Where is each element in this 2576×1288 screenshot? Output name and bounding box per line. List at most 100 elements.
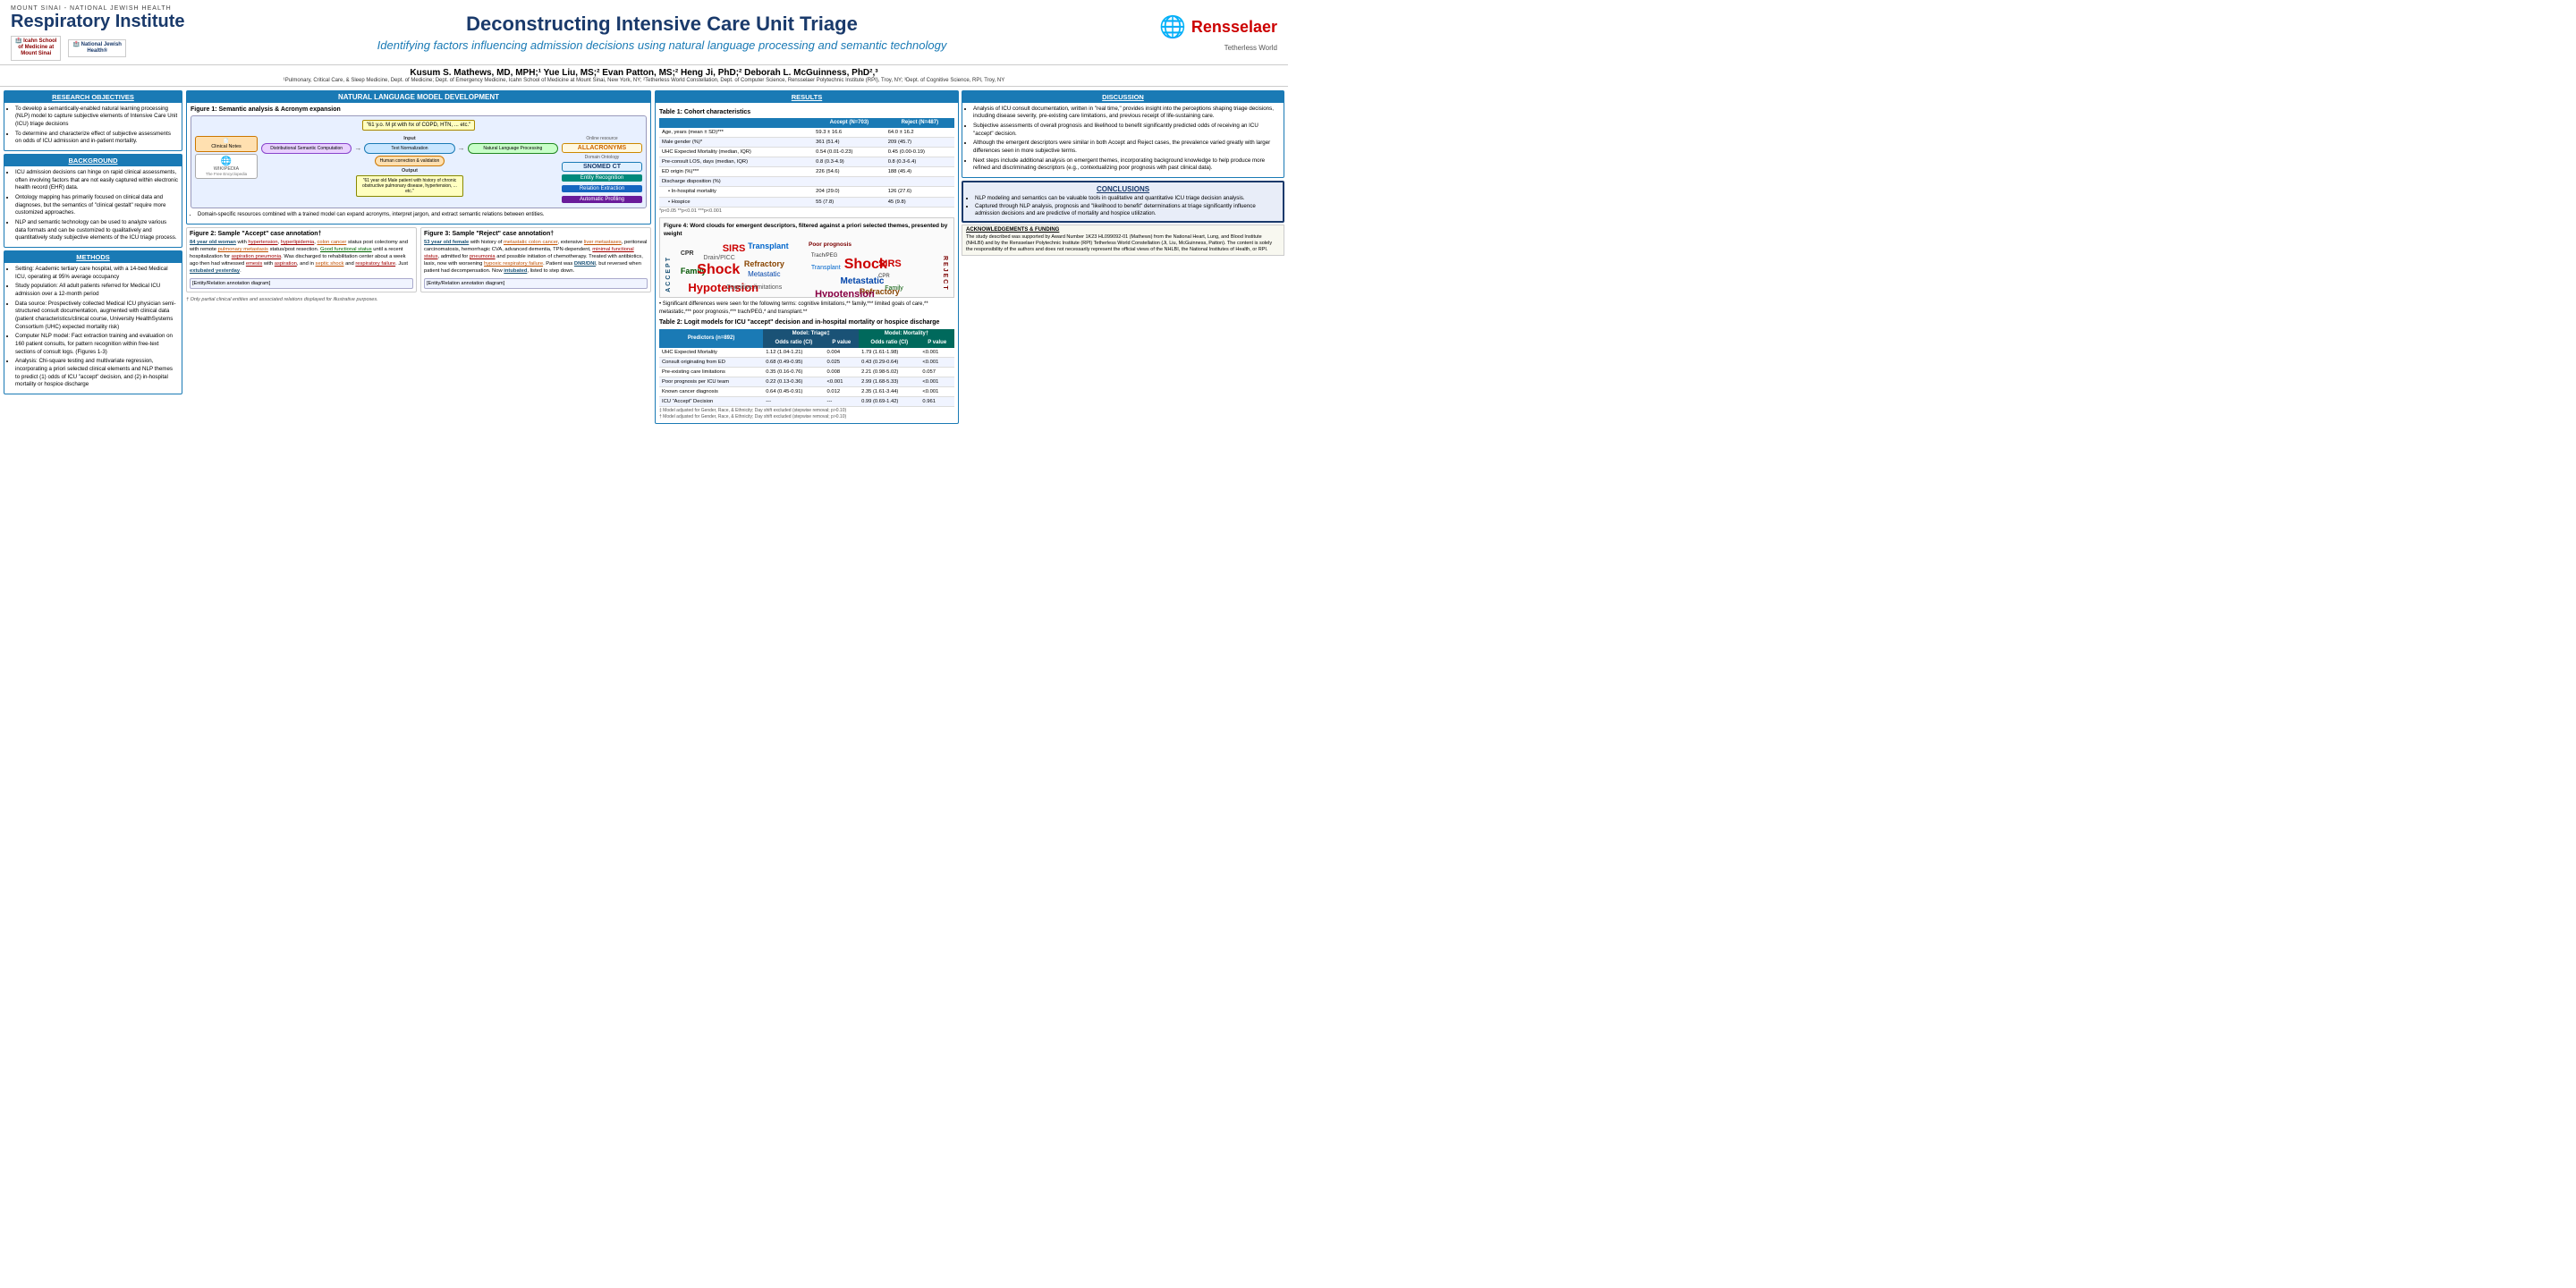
td-reject: 188 (45.4) <box>886 167 954 177</box>
table2-header-row: Predictors (n=892) Model: Triage‡ Model:… <box>659 329 954 338</box>
hl-age-accept: 84 year old woman <box>190 240 236 245</box>
list-item: ICU admission decisions can hinge on rap… <box>15 169 178 192</box>
hl-liver-met: liver metastases <box>584 240 622 245</box>
tetherless-label: Tetherless World <box>1224 44 1277 52</box>
hl-functional: Good functional status <box>320 247 372 252</box>
list-item: To determine and characterize effect of … <box>15 131 178 146</box>
background-list: ICU admission decisions can hinge on rap… <box>8 169 178 242</box>
td-label: Male gender (%)* <box>659 137 813 147</box>
left-column: RESEARCH OBJECTIVES To develop a semanti… <box>4 90 182 629</box>
nlp-content: Figure 1: Semantic analysis & Acronym ex… <box>187 103 650 224</box>
globe-icon: 🌐 <box>1159 14 1186 40</box>
wiki-sub: The Free Encyclopedia <box>198 172 255 176</box>
td-pred: Pre-existing care limitations <box>659 367 763 377</box>
list-item: Computer NLP model: Fact extraction trai… <box>15 333 178 356</box>
wikipedia-node: 🌐 WIKIPEDIA The Free Encyclopedia <box>195 154 258 179</box>
methods-header: METHODS <box>4 251 182 263</box>
annotation-note: † Only partial clinical entities and ass… <box>186 297 651 302</box>
col-or-mort: Odds ratio (CI) <box>859 338 919 347</box>
table-row: • In-hospital mortality 204 (29.0) 126 (… <box>659 187 954 197</box>
td-reject: 45 (9.8) <box>886 197 954 207</box>
reject-label: REJECT <box>940 256 949 292</box>
hl-pneumonia: pneumonia <box>470 254 496 259</box>
td-or-m: 1.79 (1.61-1.98) <box>859 348 919 358</box>
list-item: Ontology mapping has primarily focused o… <box>15 194 178 217</box>
td-label: UHC Expected Mortality (median, IQR) <box>659 147 813 157</box>
table-row: ED origin (%)*** 226 (54.6) 188 (45.4) <box>659 167 954 177</box>
figure1-area: Figure 1: Semantic analysis & Acronym ex… <box>191 106 647 220</box>
td-label: Age, years (mean ± SD)*** <box>659 128 813 138</box>
table-row: Poor prognosis per ICU team 0.22 (0.13-0… <box>659 377 954 387</box>
table-row: Consult originating from ED 0.68 (0.49-0… <box>659 357 954 367</box>
nlp-node: Natural Language Processing <box>468 143 558 154</box>
td-accept: 226 (54.6) <box>813 167 886 177</box>
hl-aspiration: aspiration <box>275 261 297 267</box>
discussion-box: DISCUSSION Analysis of ICU consult docum… <box>962 90 1284 178</box>
table1: Accept (N=703) Reject (N=487) Age, years… <box>659 118 954 207</box>
background-header: BACKGROUND <box>4 155 182 166</box>
wc-word: Hypotension <box>815 288 875 299</box>
results-discussion-row: RESULTS Table 1: Cohort characteristics … <box>655 90 1284 629</box>
header-center: Deconstructing Intensive Care Unit Triag… <box>208 13 1116 53</box>
td-accept: 55 (7.8) <box>813 197 886 207</box>
td-pred: ICU "Accept" Decision <box>659 397 763 407</box>
td-accept: 361 (51.4) <box>813 137 886 147</box>
ack-text: The study described was supported by Awa… <box>966 234 1280 253</box>
wc-reject: Poor prognosis Shock Trach/PEG Transplan… <box>809 241 936 299</box>
methods-content: Setting: Academic tertiary care hospital… <box>4 263 182 394</box>
icahn-text: 🏥 Icahn Schoolof Medicine atMount Sinai <box>15 38 56 56</box>
background-box: BACKGROUND ICU admission decisions can h… <box>4 154 182 248</box>
reject-label-vertical: REJECT <box>939 241 950 299</box>
middle-column: NATURAL LANGUAGE MODEL DEVELOPMENT Figur… <box>186 90 651 629</box>
relation-extraction-output: Relation Extraction <box>562 185 642 192</box>
col-header-accept: Accept (N=703) <box>813 118 886 127</box>
td-p-m: 0.961 <box>919 397 954 407</box>
clinical-notes-node: 📄 Clinical Notes <box>195 136 258 152</box>
results-content: Table 1: Cohort characteristics Accept (… <box>656 103 958 424</box>
table-row: Pre-existing care limitations 0.35 (0.16… <box>659 367 954 377</box>
list-item: Subjective assessments of overall progno… <box>973 123 1280 138</box>
arrow2: → <box>458 144 465 152</box>
hl-hyperlip: hyperlipidemia <box>281 240 314 245</box>
table-row: Discharge disposition (%) <box>659 177 954 187</box>
pipeline-nodes-row: Distributional Semantic Computation → Te… <box>261 143 558 154</box>
research-objectives-header: RESEARCH OBJECTIVES <box>4 91 182 103</box>
table-row: Age, years (mean ± SD)*** 59.3 ± 16.6 64… <box>659 128 954 138</box>
nlp-bullets: Domain-specific resources combined with … <box>191 211 647 218</box>
td-reject: 0.45 (0.00-0.19) <box>886 147 954 157</box>
list-item: Next steps include additional analysis o… <box>973 157 1280 173</box>
nj-text: 🏥 National JewishHealth® <box>72 42 121 54</box>
hl-asp-pna: aspiration pneumonia <box>232 254 281 259</box>
td-p-m: <0.001 <box>919 357 954 367</box>
td-p-t: 0.025 <box>825 357 860 367</box>
table1-note: *p<0.05 **p<0.01 ***p<0.001 <box>659 208 954 216</box>
table-row: Known cancer diagnosis 0.64 (0.45-0.91) … <box>659 387 954 397</box>
td-pred: Known cancer diagnosis <box>659 387 763 397</box>
td-discharge-label: Discharge disposition (%) <box>659 177 954 187</box>
wc-accept-words: SIRS Transplant CPR Drain/PICC Family Sh… <box>678 241 805 299</box>
td-p-t: 0.008 <box>825 367 860 377</box>
td-p-t: 0.012 <box>825 387 860 397</box>
fig1-title: Figure 1: Semantic analysis & Acronym ex… <box>191 106 647 113</box>
td-or-t: --- <box>763 397 824 407</box>
fig2-annotation-diagram: [Entity/Relation annotation diagram] <box>190 278 413 289</box>
td-or-t: 0.68 (0.49-0.95) <box>763 357 824 367</box>
main-content: RESEARCH OBJECTIVES To develop a semanti… <box>0 87 1288 632</box>
text-norm-node: Text Normalization <box>364 143 454 154</box>
hl-colon-cancer: colon cancer <box>317 240 346 245</box>
wc-container: ACCEPT SIRS Transplant CPR Drain/PICC Fa… <box>664 241 950 299</box>
poor-prognosis-label: Poor prognosis <box>809 241 936 249</box>
dist-semantic-node: Distributional Semantic Computation <box>261 143 352 154</box>
list-item: Data source: Prospectively collected Med… <box>15 301 178 332</box>
output-label: Output <box>402 168 418 174</box>
wikipedia-icon: 🌐 <box>198 157 255 166</box>
fig2-box: Figure 2: Sample "Accept" case annotatio… <box>186 227 417 292</box>
td-label: Pre-consult LOS, days (median, IQR) <box>659 157 813 167</box>
right-resources: Online resource ALLACRONYMS Domain Ontol… <box>562 136 642 204</box>
input-text-box: "61 y.o. M pt with hx of COPD, HTN, ... … <box>362 120 476 131</box>
col-header-label <box>659 118 813 127</box>
conclusions-header: CONCLUSIONS <box>968 185 1278 193</box>
wc-word: Cognitive limitations <box>726 284 782 292</box>
td-or-t: 0.22 (0.13-0.36) <box>763 377 824 387</box>
td-pred: Consult originating from ED <box>659 357 763 367</box>
